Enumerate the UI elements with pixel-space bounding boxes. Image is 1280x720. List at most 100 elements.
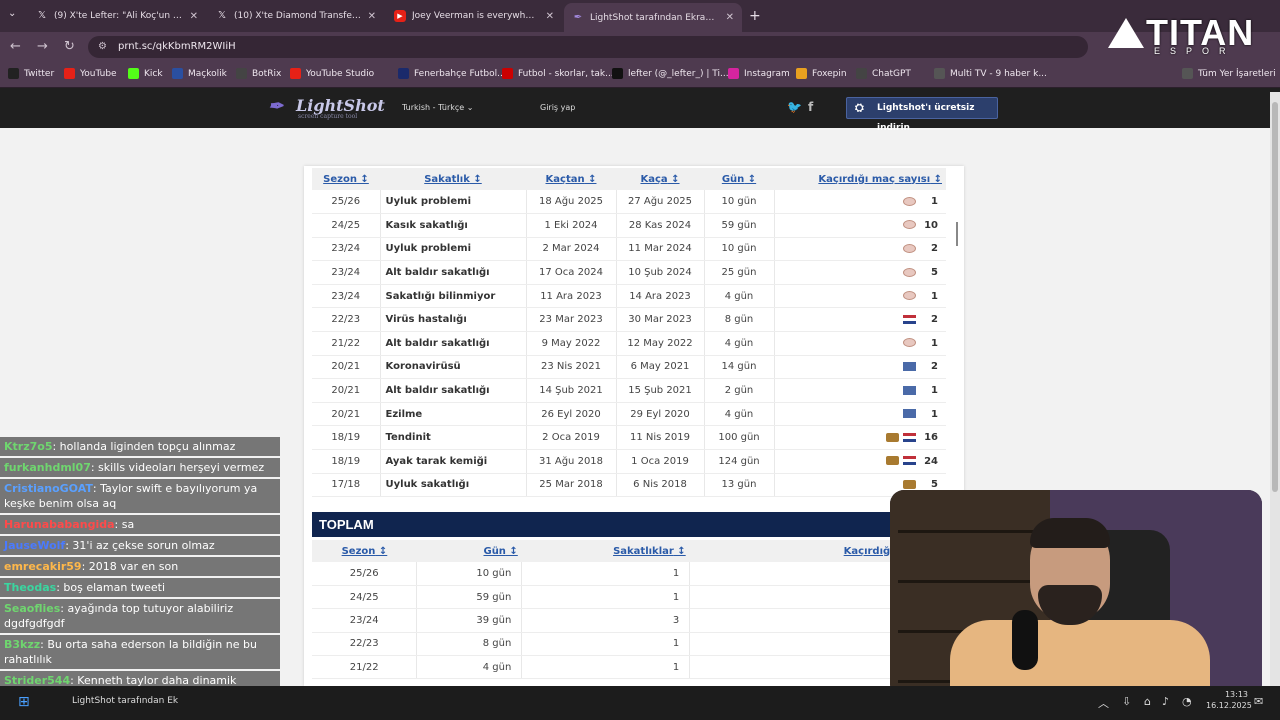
table-cell: 14 Şub 2021 bbox=[526, 378, 617, 403]
table-cell: 2 gün bbox=[704, 378, 775, 403]
language-select-label: Turkish - Türkçe bbox=[402, 103, 465, 112]
close-icon[interactable]: ✕ bbox=[190, 11, 198, 22]
chat-message: emrecakir59: 2018 var en son bbox=[0, 557, 280, 576]
table-cell: Alt baldır sakatlığı bbox=[380, 378, 527, 403]
lightshot-logo[interactable]: ✒ LightShot screen capture tool bbox=[268, 96, 385, 120]
bookmark-label: Futbol - skorlar, tak... bbox=[518, 68, 614, 79]
address-bar[interactable]: ⚙ prnt.sc/qkKbmRM2WIiH bbox=[88, 36, 1088, 58]
bookmark-label: Instagram bbox=[744, 68, 790, 79]
table-cell: 20/21 bbox=[312, 355, 381, 380]
login-link[interactable]: Giriş yap bbox=[540, 103, 575, 112]
column-header[interactable]: Sakatlıklar ↕ bbox=[521, 540, 690, 562]
chat-username[interactable]: JauseWolf bbox=[4, 539, 65, 552]
reload-icon[interactable]: ↻ bbox=[64, 39, 75, 54]
team-flag-icon bbox=[903, 196, 916, 206]
close-icon[interactable]: ✕ bbox=[726, 12, 734, 23]
toplam-table: Sezon ↕ Gün ↕ Sakatlıklar ↕ Kaçırdığı m 25/… bbox=[312, 540, 912, 680]
bookmark-3[interactable]: Maçkolik bbox=[172, 68, 227, 79]
tray-chevron-icon[interactable]: ︿ bbox=[1098, 695, 1109, 711]
bookmark-2[interactable]: Kick bbox=[128, 68, 163, 79]
column-header[interactable]: Kaça ↕ bbox=[616, 168, 704, 190]
chat-username[interactable]: Theodas bbox=[4, 581, 56, 594]
table-cell: 2 Mar 2024 bbox=[526, 237, 617, 262]
chat-message: JauseWolf: 31'i az çekse sorun olmaz bbox=[0, 536, 280, 555]
scroll-thumb[interactable] bbox=[1272, 102, 1278, 492]
bookmark-label: Twitter bbox=[24, 68, 55, 79]
cell-missed-games-value: 10 bbox=[924, 219, 938, 231]
tray-network-icon[interactable]: ⌂ bbox=[1144, 695, 1151, 708]
tray-volume-icon[interactable]: ♪ bbox=[1162, 695, 1169, 708]
facebook-icon[interactable]: f bbox=[808, 100, 813, 114]
column-header[interactable]: Gün ↕ bbox=[704, 168, 774, 190]
bookmark-13[interactable]: Tüm Yer İşaretleri bbox=[1182, 68, 1276, 79]
column-header-label: Sakatlık bbox=[424, 173, 470, 185]
column-header[interactable]: Kaçırdığı maç sayısı ↕ bbox=[774, 168, 946, 190]
column-header[interactable]: Sakatlık ↕ bbox=[380, 168, 526, 190]
bookmark-label: YouTube Studio bbox=[306, 68, 375, 79]
tab-lightshot[interactable]: ✒ LightShot tarafından Ekran Görü ✕ bbox=[564, 3, 742, 32]
forward-icon[interactable]: → bbox=[37, 39, 48, 54]
tab-search-icon[interactable]: ⌄ bbox=[8, 8, 16, 19]
chat-username[interactable]: furkanhdml07 bbox=[4, 461, 91, 474]
clock[interactable]: 13:13 16.12.2025 bbox=[1206, 690, 1252, 710]
table-cell bbox=[689, 655, 912, 680]
bookmark-icon bbox=[728, 68, 739, 79]
column-header[interactable]: Kaçırdığı m bbox=[689, 540, 912, 562]
bookmark-8[interactable]: lefter (@_lefter_) | Ti... bbox=[612, 68, 729, 79]
table-cell: 59 gün bbox=[704, 213, 775, 238]
chat-username[interactable]: Seaoflies bbox=[4, 602, 60, 615]
chat-username[interactable]: Harunababangida bbox=[4, 518, 115, 531]
tray-wifi-icon[interactable]: ◔ bbox=[1182, 695, 1192, 708]
close-icon[interactable]: ✕ bbox=[546, 11, 554, 22]
tab-youtube[interactable]: ▶ Joey Veerman is everywhere - 2 ✕ bbox=[386, 5, 562, 27]
team-flag-icon bbox=[903, 409, 916, 419]
new-tab-button[interactable]: + bbox=[749, 8, 761, 24]
titan-overlay-logo: TITAN ESPOR bbox=[1108, 12, 1254, 56]
bookmark-icon bbox=[64, 68, 75, 79]
chat-username[interactable]: emrecakir59 bbox=[4, 560, 82, 573]
close-icon[interactable]: ✕ bbox=[368, 11, 376, 22]
bookmark-5[interactable]: YouTube Studio bbox=[290, 68, 374, 79]
column-header[interactable]: Sezon ↕ bbox=[312, 168, 380, 190]
chat-username[interactable]: Ktrz7o5 bbox=[4, 440, 52, 453]
twitter-icon[interactable]: 🐦 bbox=[787, 100, 802, 114]
table-cell: 59 gün bbox=[416, 585, 523, 610]
bookmark-9[interactable]: Instagram bbox=[728, 68, 790, 79]
notification-icon[interactable]: ✉ bbox=[1254, 695, 1263, 708]
table-cell: 25/26 bbox=[312, 190, 381, 215]
bookmark-6[interactable]: Fenerbahçe Futbol... bbox=[398, 68, 506, 79]
tab-twitter-1[interactable]: 𝕏 (9) X'te Lefter: "Ali Koç'un olma ✕ bbox=[28, 5, 206, 27]
bookmark-4[interactable]: BotRix bbox=[236, 68, 281, 79]
bookmark-icon bbox=[290, 68, 301, 79]
bookmark-11[interactable]: ChatGPT bbox=[856, 68, 911, 79]
bookmark-12[interactable]: Multi TV - 9 haber k... bbox=[934, 68, 1047, 79]
table-cell: 25 gün bbox=[704, 260, 775, 285]
tray-download-icon[interactable]: ⇩ bbox=[1122, 695, 1131, 708]
page-scrollbar[interactable] bbox=[1270, 92, 1280, 686]
download-button[interactable]: ⛭ Lightshot'ı ücretsiz indirin bbox=[846, 97, 998, 133]
bookmark-1[interactable]: YouTube bbox=[64, 68, 117, 79]
table-row: 23/24 Alt baldır sakatlığı 17 Oca 2024 10 Ş… bbox=[312, 260, 946, 285]
cell-missed-games-value: 24 bbox=[924, 455, 938, 467]
chat-username[interactable]: CristianoGOAT bbox=[4, 482, 93, 495]
windows-start-icon[interactable]: ⊞ bbox=[18, 694, 30, 710]
tab-twitter-2[interactable]: 𝕏 (10) X'te Diamond Transfer Ali: ✕ bbox=[208, 5, 384, 27]
chat-username[interactable]: B3kzz bbox=[4, 638, 40, 651]
table-scrollbar[interactable] bbox=[956, 222, 958, 246]
language-select[interactable]: Turkish - Türkçe ⌄ bbox=[402, 103, 473, 112]
table-cell: 18/19 bbox=[312, 425, 381, 451]
bookmark-10[interactable]: Foxepin bbox=[796, 68, 847, 79]
table-cell: 12 May 2022 bbox=[616, 331, 705, 356]
bookmark-0[interactable]: Twitter bbox=[8, 68, 54, 79]
table-cell: 11 Ara 2023 bbox=[526, 284, 617, 309]
site-info-icon[interactable]: ⚙ bbox=[98, 36, 107, 58]
table-cell: 8 gün bbox=[704, 307, 775, 333]
column-header[interactable]: Sezon ↕ bbox=[312, 540, 417, 562]
table-cell: 4 gün bbox=[704, 284, 775, 309]
column-header[interactable]: Gün ↕ bbox=[416, 540, 522, 562]
bookmark-7[interactable]: Futbol - skorlar, tak... bbox=[502, 68, 614, 79]
back-icon[interactable]: ← bbox=[10, 39, 21, 54]
table-cell: 10 Şub 2024 bbox=[616, 260, 705, 285]
taskbar-app-lightshot[interactable]: LightShot tarafından Ek bbox=[72, 696, 178, 706]
column-header[interactable]: Kaçtan ↕ bbox=[526, 168, 616, 190]
